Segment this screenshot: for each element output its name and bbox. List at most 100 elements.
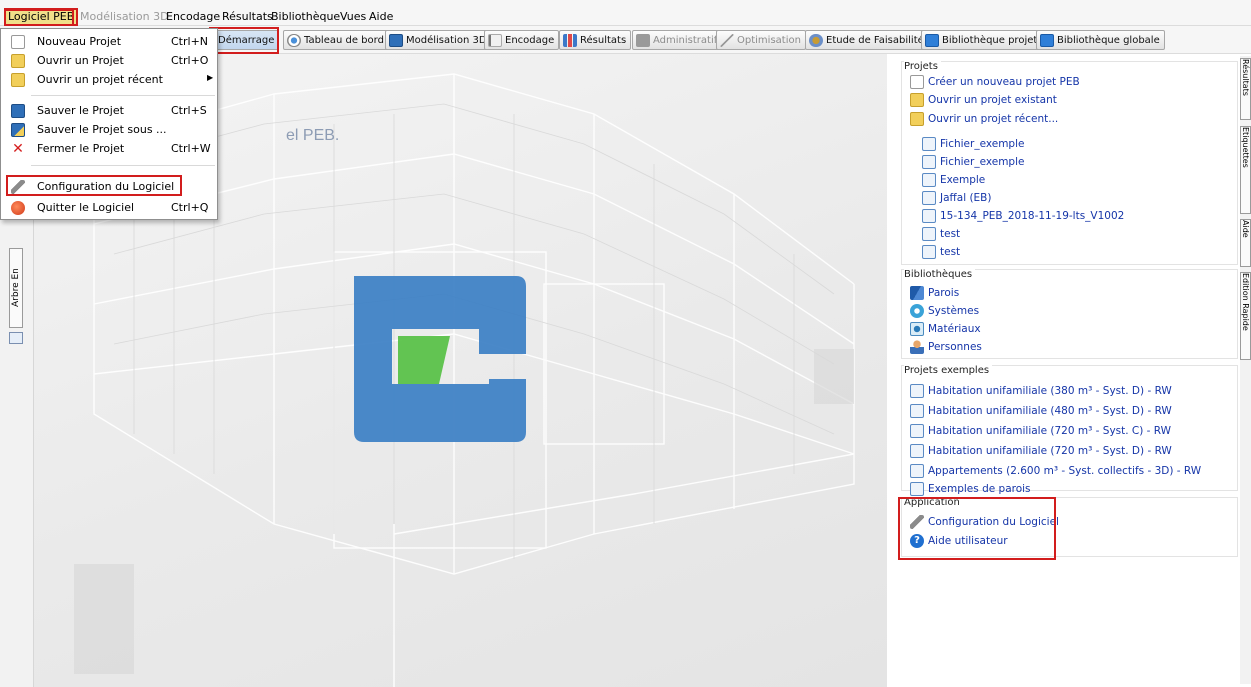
- demarrage-label: Démarrage: [218, 34, 275, 46]
- menu-item-label: Fermer le Projet: [37, 142, 125, 155]
- bar-chart-icon: [563, 33, 577, 47]
- recent-file-item[interactable]: Jaffal (EB): [922, 189, 992, 207]
- example-project-item[interactable]: Exemples de parois: [910, 480, 1031, 498]
- aide-utilisateur-link[interactable]: ? Aide utilisateur: [910, 532, 1008, 550]
- menu-item-configuration[interactable]: Configuration du Logiciel: [1, 177, 217, 197]
- menu-item-quitter[interactable]: Quitter le Logiciel Ctrl+Q: [1, 198, 217, 218]
- encodage-icon: [488, 33, 502, 47]
- personnes-link[interactable]: Personnes: [910, 338, 982, 356]
- example-project-label: Habitation unifamiliale (720 m³ - Syst. …: [928, 425, 1172, 437]
- menu-bibliotheque[interactable]: Bibliothèque: [269, 10, 342, 24]
- recent-file-item[interactable]: test: [922, 225, 960, 243]
- logiciel-peb-menu: Nouveau Projet Ctrl+N Ouvrir un Projet C…: [0, 28, 218, 220]
- recent-file-item[interactable]: 15-134_PEB_2018-11-19-lts_V1002: [922, 207, 1124, 225]
- open-existing-label: Ouvrir un projet existant: [928, 94, 1057, 106]
- menu-separator: [31, 95, 215, 96]
- recent-file-item[interactable]: Exemple: [922, 171, 985, 189]
- menu-resultats[interactable]: Résultats: [220, 10, 275, 24]
- example-project-label: Habitation unifamiliale (380 m³ - Syst. …: [928, 385, 1172, 397]
- book-icon: [925, 33, 939, 47]
- parois-link[interactable]: Parois: [910, 284, 959, 302]
- optimisation-button[interactable]: Optimisation: [716, 30, 806, 50]
- document-icon: [922, 173, 936, 187]
- etude-faisabilite-label: Etude de Faisabilité: [826, 34, 924, 46]
- bibliotheque-globale-button[interactable]: Bibliothèque globale: [1036, 30, 1165, 50]
- arbre-tab[interactable]: Arbre En: [9, 248, 23, 328]
- encodage-label: Encodage: [505, 34, 555, 46]
- example-project-item[interactable]: Habitation unifamiliale (480 m³ - Syst. …: [910, 402, 1172, 420]
- menu-vues[interactable]: Vues: [338, 10, 368, 24]
- menu-item-label: Configuration du Logiciel: [37, 180, 175, 193]
- menu-modelisation-3d[interactable]: Modélisation 3D: [78, 10, 171, 24]
- menu-item-sauver-sous[interactable]: Sauver le Projet sous ...: [1, 120, 217, 140]
- systemes-link[interactable]: Systèmes: [910, 302, 979, 320]
- modelisation-3d-button[interactable]: Modélisation 3D: [385, 30, 492, 50]
- menu-item-ouvrir-projet[interactable]: Ouvrir un Projet Ctrl+O: [1, 51, 217, 71]
- optimisation-label: Optimisation: [737, 34, 801, 46]
- start-panel: Projets Créer un nouveau projet PEB Ouvr…: [897, 56, 1240, 684]
- configuration-link[interactable]: Configuration du Logiciel: [910, 513, 1059, 531]
- folder-open-icon: [11, 54, 25, 68]
- arbre-tab-label: Arbre En: [11, 268, 21, 308]
- etude-faisabilite-button[interactable]: Etude de Faisabilité: [805, 30, 929, 50]
- background-title: el PEB.: [286, 127, 340, 144]
- aide-utilisateur-label: Aide utilisateur: [928, 535, 1008, 547]
- optimisation-icon: [720, 33, 734, 47]
- example-project-item[interactable]: Appartements (2.600 m³ - Syst. collectif…: [910, 462, 1201, 480]
- recent-file-item[interactable]: Fichier_exemple: [922, 135, 1024, 153]
- menu-encodage[interactable]: Encodage: [164, 10, 222, 24]
- projets-exemples-group: Projets exemples Habitation unifamiliale…: [901, 365, 1238, 496]
- menu-separator: [31, 165, 215, 166]
- recent-file-item[interactable]: test: [922, 243, 960, 261]
- projets-group: Projets Créer un nouveau projet PEB Ouvr…: [901, 61, 1238, 265]
- menu-item-label: Ouvrir un projet récent: [37, 73, 163, 86]
- open-recent-label: Ouvrir un projet récent...: [928, 113, 1059, 125]
- menu-item-ouvrir-recent[interactable]: Ouvrir un projet récent ▶: [1, 70, 217, 90]
- gear-icon: [809, 33, 823, 47]
- personnes-label: Personnes: [928, 341, 982, 353]
- menu-item-fermer[interactable]: ✕ Fermer le Projet Ctrl+W: [1, 139, 217, 159]
- menu-item-nouveau-projet[interactable]: Nouveau Projet Ctrl+N: [1, 32, 217, 52]
- create-project-link[interactable]: Créer un nouveau projet PEB: [910, 73, 1080, 91]
- bibliotheque-projet-label: Bibliothèque projet: [942, 34, 1038, 46]
- aide-tab-label: Aide: [1241, 220, 1250, 238]
- demarrage-button[interactable]: Démarrage: [214, 30, 280, 50]
- document-icon: [922, 227, 936, 241]
- document-icon: [922, 245, 936, 259]
- create-project-label: Créer un nouveau projet PEB: [928, 76, 1080, 88]
- edition-rapide-tab-label: Edition Rapide: [1241, 273, 1250, 331]
- bibliotheque-projet-button[interactable]: Bibliothèque projet: [921, 30, 1043, 50]
- open-recent-link[interactable]: Ouvrir un projet récent...: [910, 110, 1058, 128]
- wrench-icon: [910, 515, 924, 529]
- example-project-item[interactable]: Habitation unifamiliale (380 m³ - Syst. …: [910, 382, 1172, 400]
- recent-file-item[interactable]: Fichier_exemple: [922, 153, 1024, 171]
- modelisation-3d-label: Modélisation 3D: [406, 34, 487, 46]
- administratif-button[interactable]: Administratif: [632, 30, 723, 50]
- menu-item-shortcut: Ctrl+W: [171, 142, 211, 155]
- submenu-arrow-icon: ▶: [207, 73, 214, 82]
- menu-item-shortcut: Ctrl+O: [171, 54, 209, 67]
- menu-aide[interactable]: Aide: [367, 10, 395, 24]
- resultats-tab[interactable]: Résultats: [1240, 58, 1251, 120]
- example-project-label: Habitation unifamiliale (720 m³ - Syst. …: [928, 445, 1172, 457]
- materiaux-link[interactable]: Matériaux: [910, 320, 981, 338]
- tree-toggle-icon[interactable]: [9, 332, 23, 344]
- resultats-label: Résultats: [580, 34, 627, 46]
- example-project-item[interactable]: Habitation unifamiliale (720 m³ - Syst. …: [910, 422, 1171, 440]
- edition-rapide-tab[interactable]: Edition Rapide: [1240, 272, 1251, 360]
- document-icon: [922, 155, 936, 169]
- resultats-button[interactable]: Résultats: [559, 30, 632, 50]
- tableau-de-bord-button[interactable]: Tableau de bord: [283, 30, 389, 50]
- etiquettes-tab[interactable]: Etiquettes: [1240, 126, 1251, 214]
- menu-logiciel-peb[interactable]: Logiciel PEB: [3, 8, 79, 26]
- aide-tab[interactable]: Aide: [1240, 219, 1251, 267]
- new-document-icon: [910, 75, 924, 89]
- projets-title: Projets: [904, 61, 941, 72]
- open-existing-link[interactable]: Ouvrir un projet existant: [910, 91, 1057, 109]
- menu-item-label: Sauver le Projet sous ...: [37, 123, 167, 136]
- example-project-item[interactable]: Habitation unifamiliale (720 m³ - Syst. …: [910, 442, 1172, 460]
- encodage-button[interactable]: Encodage: [484, 30, 560, 50]
- menu-item-sauver[interactable]: Sauver le Projet Ctrl+S: [1, 101, 217, 121]
- projets-exemples-title: Projets exemples: [904, 365, 993, 376]
- menu-item-shortcut: Ctrl+N: [171, 35, 209, 48]
